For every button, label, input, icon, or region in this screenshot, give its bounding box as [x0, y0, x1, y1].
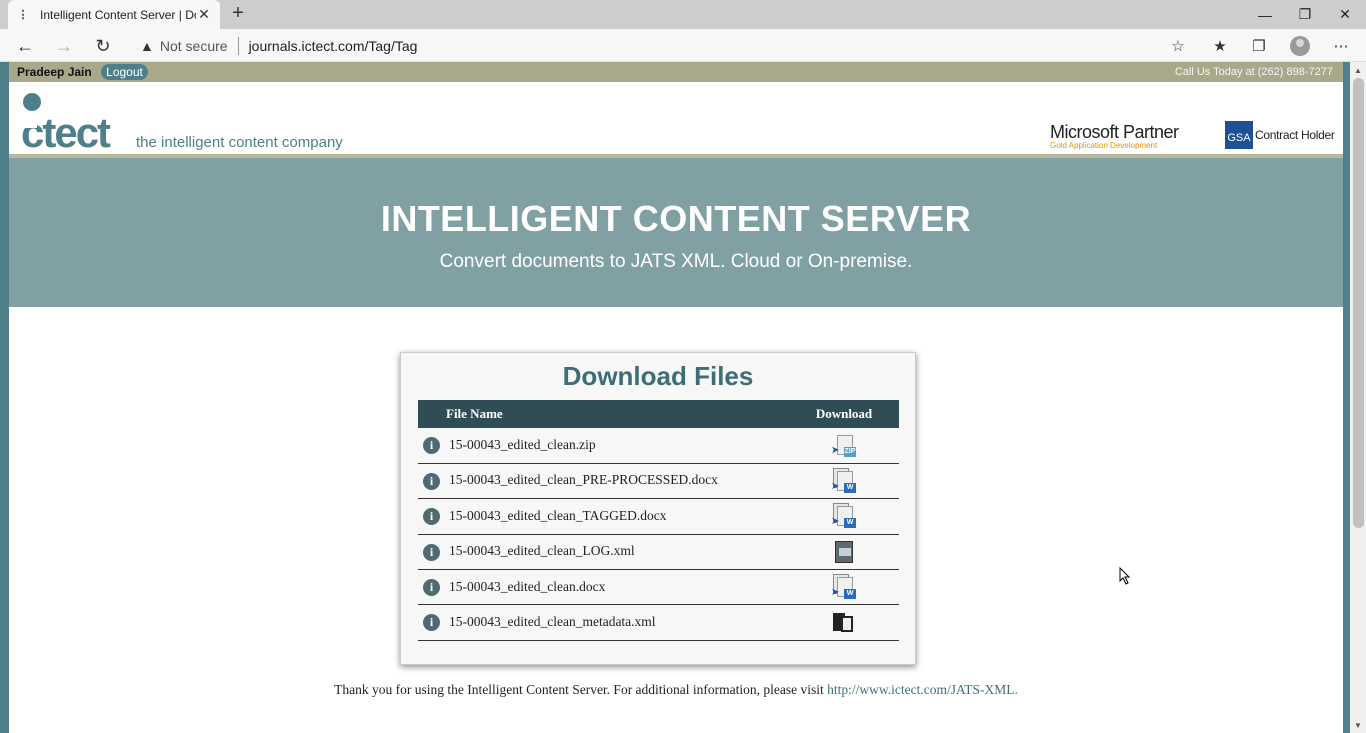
- gsa-text: Contract Holder: [1255, 128, 1335, 142]
- address-bar: ← → ↻ ▲ Not secure journals.ictect.com/T…: [0, 29, 1366, 62]
- download-cell: ➤ W: [789, 498, 899, 535]
- word-file-icon[interactable]: ➤ W: [831, 468, 857, 494]
- security-label: Not secure: [159, 37, 228, 54]
- info-icon[interactable]: i: [423, 578, 440, 596]
- files-table: File Name Download i 15-00043_edited_clea…: [418, 400, 899, 641]
- browser-tab[interactable]: ⋮ Intelligent Content Server | Dow ✕: [8, 0, 220, 29]
- zip-file-icon[interactable]: ➤ ZIP: [831, 432, 857, 458]
- user-name: Pradeep Jain: [17, 65, 92, 79]
- page-subtitle: Convert documents to JATS XML. Cloud or …: [439, 251, 913, 272]
- gsa-box: GSA: [1225, 121, 1253, 149]
- tab-title: Intelligent Content Server | Dow: [40, 7, 196, 22]
- hero-banner: INTELLIGENT CONTENT SERVER Convert docum…: [9, 158, 1343, 307]
- tab-close-icon[interactable]: ✕: [196, 6, 212, 23]
- scroll-down-icon[interactable]: ▼: [1350, 719, 1366, 733]
- file-name-cell: i 15-00043_edited_clean_TAGGED.docx: [418, 498, 789, 535]
- more-menu-icon[interactable]: ⋯: [1328, 33, 1354, 59]
- tab-bar: ⋮ Intelligent Content Server | Dow ✕ + —…: [0, 0, 1366, 29]
- log-file-icon[interactable]: [831, 539, 857, 565]
- reload-icon[interactable]: ↻: [89, 33, 117, 59]
- top-strip: Pradeep Jain Logout Call Us Today at (26…: [9, 62, 1343, 82]
- add-favorite-icon[interactable]: ☆: [1165, 33, 1191, 59]
- col-file-name: File Name: [418, 400, 789, 428]
- download-cell: ➤ W: [789, 569, 899, 606]
- jats-xml-link[interactable]: http://www.ictect.com/JATS-XML.: [827, 682, 1018, 697]
- vertical-scrollbar[interactable]: ▲ ▼: [1350, 62, 1366, 733]
- table-row: i 15-00043_edited_clean_TAGGED.docx ➤ W: [418, 498, 899, 535]
- ms-partner-title: Microsoft Partner: [1050, 122, 1179, 142]
- call-us-text: Call Us Today at (262) 898-7277: [1174, 66, 1333, 78]
- word-file-icon[interactable]: ➤ W: [831, 503, 857, 529]
- table-row: i 15-00043_edited_clean_PRE-PROCESSED.doc…: [418, 463, 899, 500]
- info-icon[interactable]: i: [423, 472, 440, 490]
- ictect-logo-icon[interactable]: ctect: [21, 92, 131, 150]
- table-row: i 15-00043_edited_clean.zip ➤ ZIP: [418, 428, 899, 464]
- favorites-icon[interactable]: ★: [1207, 33, 1233, 59]
- table-row: i 15-00043_edited_clean_metadata.xml: [418, 604, 899, 641]
- page-viewport: Pradeep Jain Logout Call Us Today at (26…: [0, 62, 1366, 733]
- download-title: Download Files: [562, 361, 754, 391]
- info-icon[interactable]: i: [423, 614, 440, 632]
- url-text: journals.ictect.com/Tag/Tag: [248, 37, 418, 54]
- footer: Thank you for using the Intelligent Cont…: [9, 682, 1343, 698]
- new-tab-button[interactable]: +: [228, 3, 248, 24]
- scroll-up-icon[interactable]: ▲: [1350, 64, 1366, 78]
- microsoft-partner-logo: Microsoft Partner Gold Application Devel…: [1050, 122, 1179, 150]
- col-download: Download: [789, 400, 899, 428]
- file-name-cell: i 15-00043_edited_clean.zip: [418, 428, 789, 464]
- file-name: 15-00043_edited_clean.zip: [449, 436, 596, 452]
- warning-icon: ▲: [140, 37, 154, 54]
- forward-icon[interactable]: →: [50, 33, 78, 59]
- download-cell: ➤ ZIP: [789, 428, 899, 464]
- page: Pradeep Jain Logout Call Us Today at (26…: [9, 62, 1343, 733]
- url-separator: [237, 36, 239, 55]
- restore-icon[interactable]: ❐: [1285, 0, 1325, 29]
- favicon-icon: ⋮: [17, 9, 29, 21]
- xml-file-icon[interactable]: [831, 610, 857, 636]
- window-close-icon[interactable]: ✕: [1325, 0, 1365, 29]
- file-name-cell: i 15-00043_edited_clean_PRE-PROCESSED.doc…: [418, 463, 789, 500]
- table-row: i 15-00043_edited_clean_LOG.xml: [418, 534, 899, 571]
- avatar: [1290, 36, 1310, 56]
- info-icon[interactable]: i: [423, 543, 440, 561]
- download-cell: ➤ W: [789, 463, 899, 500]
- download-card: Download Files File Name Download i 15-00…: [400, 352, 916, 665]
- page-title: INTELLIGENT CONTENT SERVER: [380, 198, 972, 239]
- scroll-thumb[interactable]: [1353, 78, 1364, 528]
- back-icon[interactable]: ←: [11, 33, 39, 59]
- info-icon[interactable]: i: [423, 508, 440, 526]
- file-name: 15-00043_edited_clean_PRE-PROCESSED.docx: [449, 472, 718, 488]
- url-field[interactable]: ▲ Not secure journals.ictect.com/Tag/Tag: [128, 31, 1200, 60]
- info-icon[interactable]: i: [423, 437, 440, 455]
- file-name: 15-00043_edited_clean_metadata.xml: [449, 613, 656, 629]
- table-header-row: File Name Download: [418, 400, 899, 428]
- file-name: 15-00043_edited_clean_TAGGED.docx: [449, 507, 667, 523]
- gsa-logo: GSA Contract Holder: [1225, 121, 1335, 149]
- collections-icon[interactable]: ❐: [1246, 33, 1272, 59]
- download-cell: [789, 604, 899, 641]
- mouse-cursor-icon: [1119, 567, 1131, 585]
- file-name-cell: i 15-00043_edited_clean.docx: [418, 569, 789, 606]
- word-file-icon[interactable]: ➤ W: [831, 574, 857, 600]
- site-header: ctect the intelligent content company Mi…: [9, 82, 1343, 158]
- logout-button[interactable]: Logout: [101, 64, 148, 80]
- file-name-cell: i 15-00043_edited_clean_LOG.xml: [418, 534, 789, 571]
- file-rows: i 15-00043_edited_clean.zip ➤ ZIP i 15-00043_…: [418, 428, 899, 641]
- file-name-cell: i 15-00043_edited_clean_metadata.xml: [418, 604, 789, 641]
- minimize-icon[interactable]: —: [1245, 0, 1285, 29]
- download-cell: [789, 534, 899, 571]
- table-row: i 15-00043_edited_clean.docx ➤ W: [418, 569, 899, 606]
- file-name: 15-00043_edited_clean_LOG.xml: [449, 543, 635, 559]
- svg-text:ctect: ctect: [21, 109, 111, 150]
- tagline: the intelligent content company: [136, 134, 343, 151]
- file-name: 15-00043_edited_clean.docx: [449, 578, 606, 594]
- footer-text: Thank you for using the Intelligent Cont…: [334, 682, 828, 697]
- profile-icon[interactable]: [1287, 33, 1313, 59]
